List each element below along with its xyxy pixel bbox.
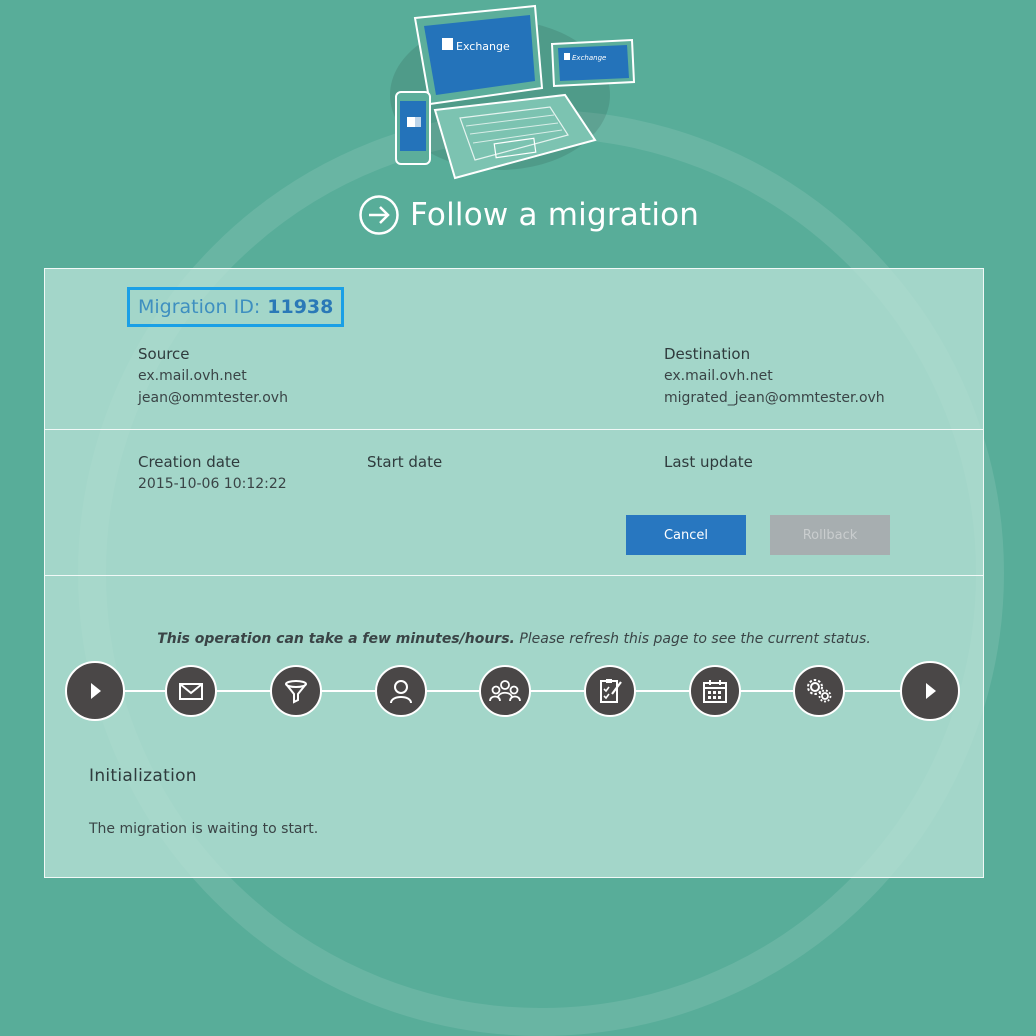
- step-checklist: [584, 665, 636, 717]
- page-title: Follow a migration: [358, 192, 699, 238]
- refresh-note: This operation can take a few minutes/ho…: [45, 631, 983, 647]
- refresh-note-bold: This operation can take a few minutes/ho…: [157, 631, 515, 647]
- migration-id-label: Migration ID:: [138, 296, 261, 318]
- svg-text:Exchange: Exchange: [456, 40, 510, 53]
- divider: [45, 429, 983, 430]
- step-end: [900, 661, 960, 721]
- calendar-icon: [703, 680, 727, 703]
- creation-date-value: 2015-10-06 10:12:22: [138, 476, 287, 492]
- play-icon: [926, 683, 936, 699]
- page-title-text: Follow a migration: [410, 197, 700, 233]
- checklist-icon: [600, 679, 622, 703]
- step-calendar: [689, 665, 741, 717]
- migration-panel: Migration ID: 11938 Source ex.mail.ovh.n…: [44, 268, 984, 878]
- step-filter: [270, 665, 322, 717]
- step-user: [375, 665, 427, 717]
- arrow-right-circle-icon: [359, 195, 399, 235]
- user-icon: [390, 680, 412, 704]
- migration-id: Migration ID: 11938: [127, 287, 345, 327]
- refresh-note-rest: Please refresh this page to see the curr…: [514, 631, 871, 647]
- step-settings: [793, 665, 845, 717]
- migration-id-value: 11938: [267, 296, 334, 318]
- destination-account: migrated_jean@ommtester.ovh: [664, 390, 885, 406]
- play-icon: [91, 683, 101, 699]
- step-start: [65, 661, 125, 721]
- status-text: The migration is waiting to start.: [89, 821, 319, 837]
- filter-icon: [285, 680, 307, 704]
- source-label: Source: [138, 345, 190, 363]
- step-users: [479, 665, 531, 717]
- destination-server: ex.mail.ovh.net: [664, 368, 773, 384]
- cancel-button[interactable]: Cancel: [626, 515, 746, 555]
- start-date-label: Start date: [367, 453, 443, 471]
- creation-date-label: Creation date: [138, 453, 241, 471]
- users-icon: [489, 680, 521, 702]
- rollback-button[interactable]: Rollback: [770, 515, 890, 555]
- destination-label: Destination: [664, 345, 751, 363]
- devices-illustration: Exchange Exchange: [390, 4, 636, 180]
- svg-text:Exchange: Exchange: [572, 54, 606, 62]
- gears-icon: [807, 679, 832, 703]
- source-account: jean@ommtester.ovh: [138, 390, 288, 406]
- status-title: Initialization: [89, 766, 197, 786]
- divider: [45, 575, 983, 576]
- source-server: ex.mail.ovh.net: [138, 368, 247, 384]
- envelope-icon: [179, 683, 203, 700]
- last-update-label: Last update: [664, 453, 753, 471]
- step-mail: [165, 665, 217, 717]
